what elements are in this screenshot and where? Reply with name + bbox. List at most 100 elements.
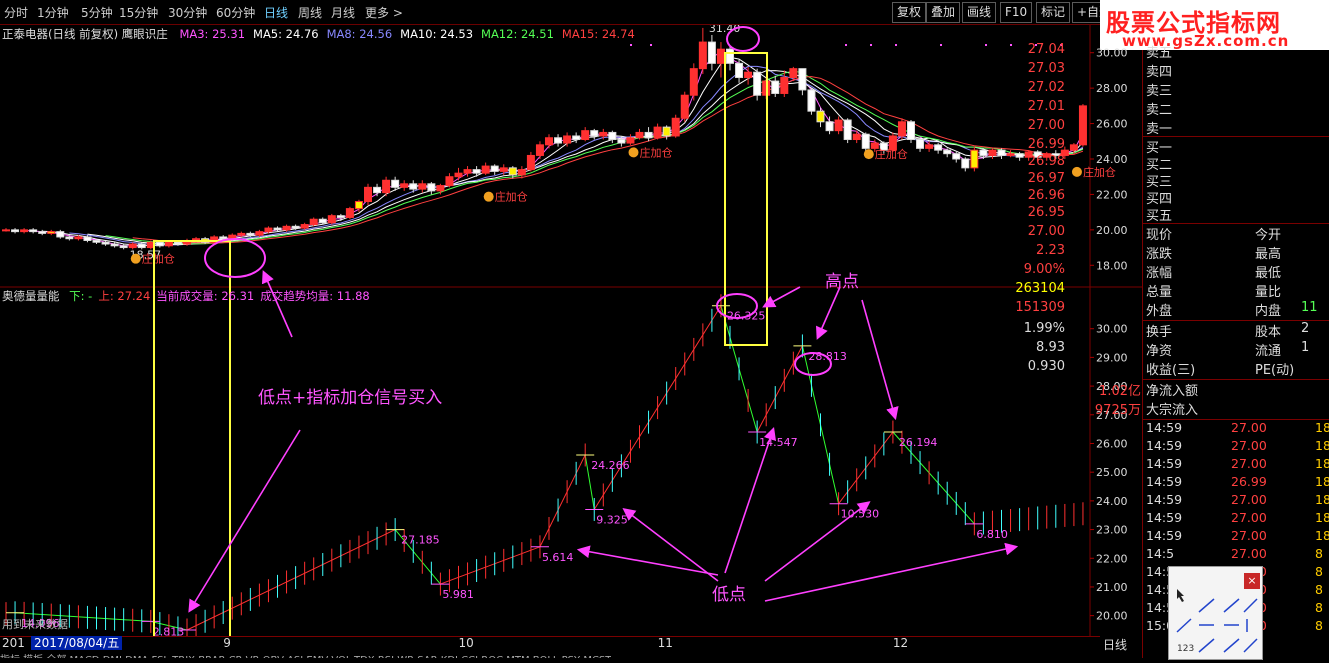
candle	[219, 236, 228, 240]
candle	[472, 169, 481, 174]
candle	[382, 179, 391, 194]
indicator-name: 奥德量量能	[2, 289, 60, 303]
event-marker	[650, 44, 652, 46]
candle	[970, 149, 979, 169]
candle	[173, 241, 182, 245]
timeframe-0[interactable]: 分时	[4, 4, 28, 21]
peak-label: 27.185	[401, 534, 440, 547]
y-tick-label: 24.00	[1096, 495, 1128, 508]
candle	[137, 243, 146, 249]
signal-dot	[130, 253, 141, 264]
candle	[563, 135, 572, 144]
highlight-ellipse	[726, 26, 760, 52]
candle	[925, 144, 934, 149]
peak-label: 26.194	[899, 436, 938, 449]
toolbar-button-3[interactable]: F10	[1000, 2, 1033, 23]
x-axis-left-label: 201	[2, 636, 25, 650]
candle	[454, 172, 463, 178]
event-marker	[1010, 44, 1012, 46]
close-icon[interactable]: ×	[1244, 573, 1260, 589]
candle	[780, 77, 789, 94]
candle	[300, 224, 309, 229]
timeframe-7[interactable]: 周线	[298, 4, 322, 21]
y-tick-label: 22.00	[1096, 552, 1128, 565]
trough-label: 5.981	[442, 588, 474, 601]
candle	[671, 117, 680, 137]
candle	[246, 232, 255, 236]
candle	[490, 165, 499, 172]
signal-dot	[1071, 166, 1082, 177]
candle	[916, 139, 925, 149]
period-label[interactable]: 日线	[1103, 636, 1127, 653]
indicator-tabs[interactable]: 指标 模板 全部 MACD DMI DMA FSL TRIX BRAR CR V…	[0, 651, 611, 658]
ma-label-3: MA10: 24.53	[400, 27, 474, 41]
candle	[273, 227, 282, 231]
ma-line-3	[24, 50, 1084, 247]
high-callout: 高点	[825, 272, 859, 292]
trough-label: 14.547	[759, 436, 798, 449]
candle	[988, 149, 997, 156]
toolbar-button-2[interactable]: 画线	[962, 2, 997, 23]
signal-label: 庄加仓	[640, 145, 673, 159]
signal-dot	[628, 147, 639, 158]
y-tick-label: 28.00	[1096, 82, 1128, 95]
candle	[2, 229, 10, 232]
toolbar-button-0[interactable]: 复权	[892, 2, 927, 23]
future-data-note: 用到未来数据	[2, 617, 68, 631]
sub-header: 奥德量量能 下: - 上: 27.24 当前成交量: 26.31 成交趋势均量: 11…	[2, 288, 370, 304]
month-label-2: 11	[657, 636, 673, 650]
candle	[92, 239, 101, 243]
candle	[744, 71, 753, 79]
trough-label: 2.813	[153, 625, 185, 636]
candle	[952, 153, 961, 160]
candle	[400, 183, 409, 188]
callout-arrow	[816, 286, 841, 340]
timeframe-9[interactable]: 更多 >	[365, 4, 403, 21]
candle	[961, 158, 970, 169]
y-tick-label: 21.00	[1096, 581, 1128, 594]
signal-label: 庄加仓	[875, 147, 908, 161]
candle	[554, 137, 563, 144]
callout-arrow	[764, 542, 1019, 602]
timeframe-3[interactable]: 15分钟	[119, 4, 158, 21]
candle	[789, 68, 798, 79]
candle	[445, 176, 454, 187]
candle	[20, 229, 29, 233]
candle	[119, 245, 128, 249]
candle	[707, 41, 716, 64]
timeframe-2[interactable]: 5分钟	[81, 4, 113, 21]
timeframe-1[interactable]: 1分钟	[37, 4, 69, 21]
candle	[1069, 144, 1078, 151]
candle	[825, 121, 834, 132]
toolbar-button-4[interactable]: 标记	[1036, 2, 1071, 23]
candle	[101, 241, 110, 245]
draw-tool-panel[interactable]: × 123	[1168, 566, 1263, 660]
toolbar-button-1[interactable]: 叠加	[926, 2, 961, 23]
candle	[653, 126, 662, 139]
candle	[608, 131, 617, 141]
callout-arrow	[762, 286, 801, 308]
timeframe-8[interactable]: 月线	[331, 4, 355, 21]
event-marker	[985, 44, 987, 46]
timeframe-5[interactable]: 60分钟	[216, 4, 255, 21]
timeframe-6[interactable]: 日线	[264, 4, 288, 21]
candle	[581, 130, 590, 141]
y-tick-label: 24.00	[1096, 153, 1128, 166]
callout-arrow	[861, 299, 899, 421]
month-label-1: 10	[458, 636, 474, 650]
timeframe-4[interactable]: 30分钟	[168, 4, 207, 21]
main-header: 正泰电器(日线 前复权) 鹰眼识庄 MA3: 25.31 MA5: 24.76 MA…	[2, 26, 635, 42]
month-label-3: 12	[892, 636, 909, 650]
trough-label: 5.614	[542, 551, 574, 564]
candle	[264, 227, 273, 233]
y-tick-label: 30.00	[1096, 323, 1128, 336]
candle	[979, 149, 988, 156]
kline-chart[interactable]: 18.00 20.00 22.00 24.00 26.00 28.00 30.00 31.40…	[0, 25, 1142, 636]
candle	[680, 94, 689, 119]
candle	[418, 183, 427, 190]
candle	[83, 236, 92, 241]
y-tick-label: 23.00	[1096, 524, 1128, 537]
toolbar: 分时 1分钟 5分钟 15分钟 30分钟 60分钟 日线 周线 月线 更多 > 复权 叠加 画线 F10…	[0, 0, 1117, 25]
candle	[753, 71, 762, 96]
candle	[771, 80, 780, 94]
